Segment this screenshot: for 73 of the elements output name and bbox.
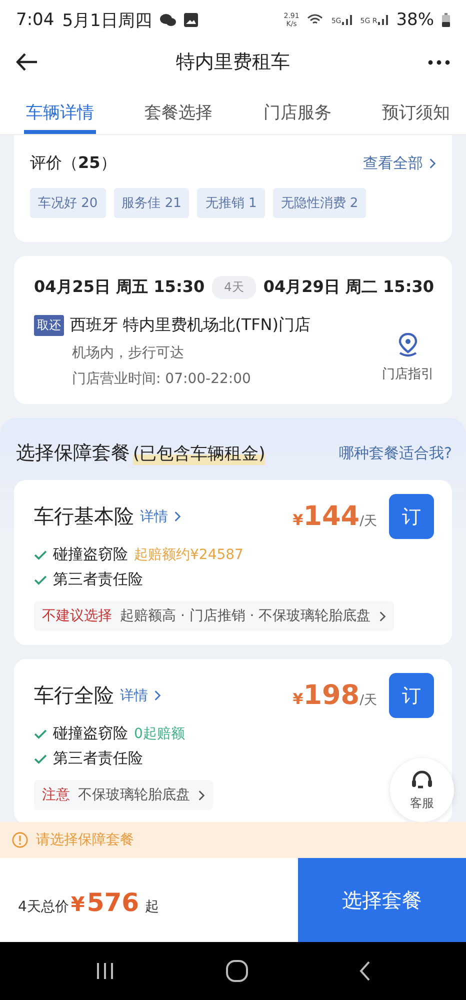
review-tag[interactable]: 车况好 20 (30, 188, 106, 218)
currency: ¥ (292, 690, 304, 708)
pickup-time: 04月25日 周五 15:30 (34, 277, 205, 298)
review-tag[interactable]: 服务佳 21 (114, 188, 190, 218)
store-note: 机场内，步行可达 (72, 344, 185, 362)
location-pin-icon (397, 333, 419, 357)
advice-bar[interactable]: 不建议选择 起赔额高 · 门店推销 · 不保玻璃轮胎底盘 (34, 601, 394, 631)
price: 198 (303, 680, 360, 711)
check-icon (34, 754, 47, 764)
chevron-right-icon (429, 158, 436, 169)
store-name: 西班牙 特内里费机场北(TFN)门店 (70, 315, 311, 336)
details-link[interactable]: 详情 (120, 686, 161, 704)
book-button[interactable]: 订 (389, 494, 434, 539)
image-icon (184, 13, 198, 27)
signal-icon (378, 15, 388, 25)
chat-bubbles-icon (160, 13, 176, 27)
alert-text: 请选择保障套餐 (36, 831, 134, 849)
chevron-right-icon (378, 610, 386, 622)
advice-bar[interactable]: 注意 不保玻璃轮胎底盘 (34, 780, 213, 810)
signal-icon (342, 15, 352, 25)
store-guide-button[interactable]: 门店指引 (382, 333, 434, 383)
total-label: 4天总价 (18, 898, 69, 916)
page-title: 特内里费租车 (175, 50, 291, 75)
section-note: (已包含车辆租金) (133, 442, 266, 464)
wifi-icon (307, 14, 324, 26)
price-suffix: 起 (145, 898, 160, 916)
price-unit: /天 (360, 692, 377, 709)
check-icon (34, 574, 47, 584)
details-link[interactable]: 详情 (140, 508, 181, 526)
tab[interactable]: 门店服务 (261, 84, 334, 134)
package-name: 车行全险 (34, 682, 114, 709)
help-link[interactable]: 哪种套餐适合我? (339, 444, 452, 462)
chevron-right-icon (174, 511, 181, 522)
headset-icon (410, 768, 434, 790)
tab[interactable]: 套餐选择 (142, 84, 215, 134)
coverage-note: 起赔额约¥24587 (134, 546, 244, 564)
price: 144 (303, 501, 360, 532)
clock: 7:04 (16, 10, 54, 30)
more-icon[interactable] (428, 60, 450, 64)
currency: ¥ (292, 511, 304, 529)
duration-pill: 4天 (212, 276, 256, 299)
package-name: 车行基本险 (34, 503, 134, 530)
section-title: 选择保障套餐 (16, 441, 130, 466)
check-icon (34, 550, 47, 560)
chevron-right-icon (154, 690, 161, 701)
return-time: 04月29日 周二 15:30 (263, 277, 434, 298)
recent-apps-icon[interactable] (95, 962, 116, 980)
back-icon[interactable] (358, 961, 371, 981)
select-package-button[interactable]: 选择套餐 (298, 858, 466, 942)
price-unit: /天 (360, 513, 377, 530)
coverage-name: 碰撞盗窃险 (53, 545, 128, 564)
battery-percent: 38% (396, 10, 434, 30)
tab[interactable]: 预订须知 (380, 84, 452, 134)
review-tag[interactable]: 无推销 1 (197, 188, 265, 218)
reviews-title: 评价（25） (30, 153, 116, 174)
book-button[interactable]: 订 (389, 673, 434, 718)
home-icon[interactable] (226, 960, 248, 982)
currency: ¥ (70, 892, 85, 916)
warning-icon (12, 832, 28, 848)
store-note: 门店营业时间: 07:00-22:00 (72, 370, 252, 388)
back-arrow-icon[interactable] (16, 53, 38, 71)
check-icon (34, 728, 47, 738)
pickup-return-badge: 取还 (34, 315, 64, 336)
battery-icon (442, 13, 450, 27)
chevron-right-icon (198, 790, 205, 800)
review-tag[interactable]: 无隐性消费 2 (272, 188, 366, 218)
coverage-note: 0起赔额 (134, 724, 185, 742)
coverage-name: 碰撞盗窃险 (53, 724, 128, 743)
coverage-name: 第三者责任险 (53, 570, 143, 589)
date: 5月1日周四 (62, 10, 152, 32)
total-price: 576 (86, 888, 140, 917)
view-all-link[interactable]: 查看全部 (363, 154, 436, 173)
coverage-name: 第三者责任险 (53, 749, 143, 768)
